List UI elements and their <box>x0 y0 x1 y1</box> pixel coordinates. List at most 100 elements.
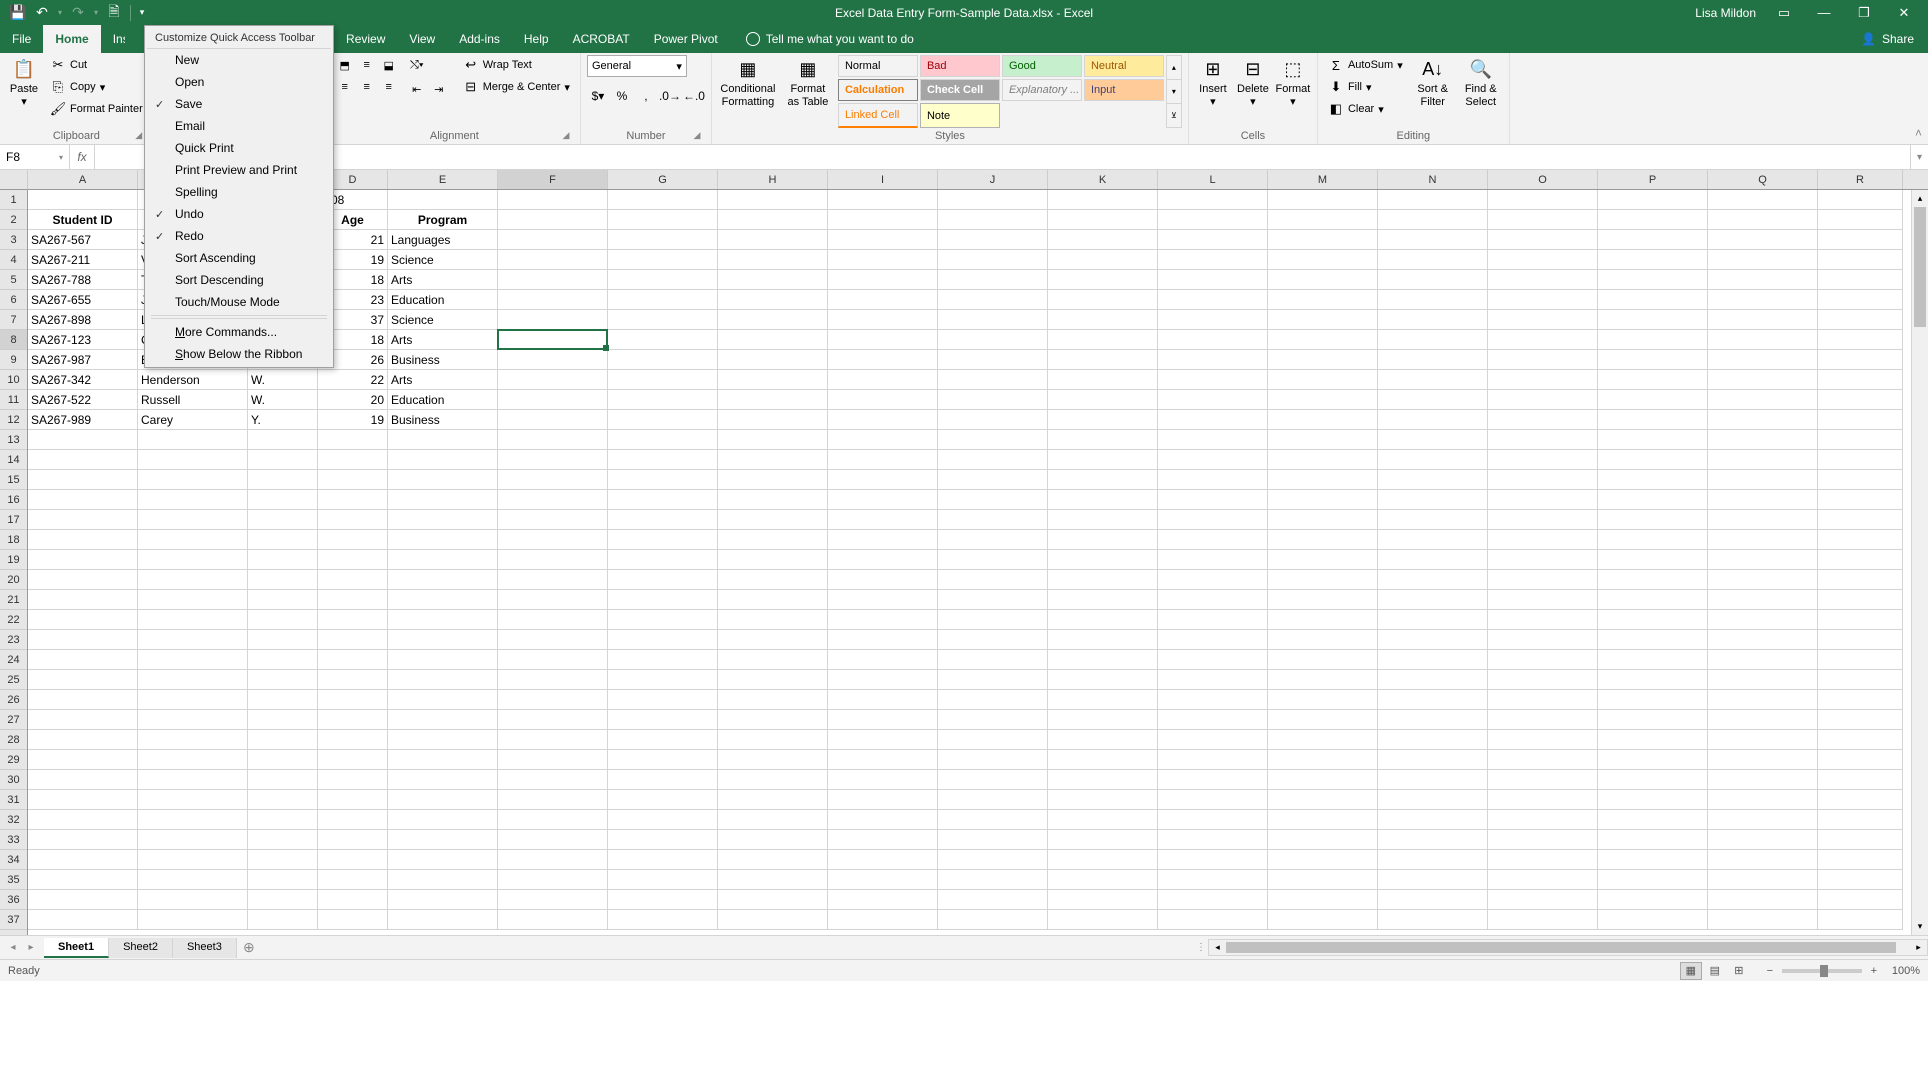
cell-E3[interactable]: Languages <box>388 230 498 250</box>
cell-E11[interactable]: Education <box>388 390 498 410</box>
cell-R27[interactable] <box>1818 710 1903 730</box>
cell-B21[interactable] <box>138 590 248 610</box>
cell-O8[interactable] <box>1488 330 1598 350</box>
cell-I2[interactable] <box>828 210 938 230</box>
cell-M23[interactable] <box>1268 630 1378 650</box>
cell-L29[interactable] <box>1158 750 1268 770</box>
cell-F29[interactable] <box>498 750 608 770</box>
cell-D27[interactable] <box>318 710 388 730</box>
cell-M19[interactable] <box>1268 550 1378 570</box>
cell-B18[interactable] <box>138 530 248 550</box>
cell-R25[interactable] <box>1818 670 1903 690</box>
cell-J13[interactable] <box>938 430 1048 450</box>
cell-H5[interactable] <box>718 270 828 290</box>
row-header-7[interactable]: 7 <box>0 310 27 330</box>
cell-D15[interactable] <box>318 470 388 490</box>
cell-F37[interactable] <box>498 910 608 930</box>
style-calculation[interactable]: Calculation <box>838 79 918 101</box>
cell-E23[interactable] <box>388 630 498 650</box>
cell-I8[interactable] <box>828 330 938 350</box>
cell-C33[interactable] <box>248 830 318 850</box>
cell-K6[interactable] <box>1048 290 1158 310</box>
delete-cells-button[interactable]: ⊟Delete▾ <box>1235 55 1271 128</box>
cell-G34[interactable] <box>608 850 718 870</box>
cell-C13[interactable] <box>248 430 318 450</box>
cell-M8[interactable] <box>1268 330 1378 350</box>
cell-K16[interactable] <box>1048 490 1158 510</box>
cell-F6[interactable] <box>498 290 608 310</box>
row-header-13[interactable]: 13 <box>0 430 27 450</box>
cell-H10[interactable] <box>718 370 828 390</box>
cell-J9[interactable] <box>938 350 1048 370</box>
cell-H9[interactable] <box>718 350 828 370</box>
cell-R4[interactable] <box>1818 250 1903 270</box>
cell-I21[interactable] <box>828 590 938 610</box>
cell-J12[interactable] <box>938 410 1048 430</box>
cell-I31[interactable] <box>828 790 938 810</box>
cell-G35[interactable] <box>608 870 718 890</box>
cell-R30[interactable] <box>1818 770 1903 790</box>
cell-A31[interactable] <box>28 790 138 810</box>
cell-H23[interactable] <box>718 630 828 650</box>
cell-N19[interactable] <box>1378 550 1488 570</box>
cell-K25[interactable] <box>1048 670 1158 690</box>
cell-K11[interactable] <box>1048 390 1158 410</box>
col-header-R[interactable]: R <box>1818 170 1903 189</box>
cell-P16[interactable] <box>1598 490 1708 510</box>
cell-E31[interactable] <box>388 790 498 810</box>
cell-J34[interactable] <box>938 850 1048 870</box>
cell-Q20[interactable] <box>1708 570 1818 590</box>
cell-H12[interactable] <box>718 410 828 430</box>
cell-H18[interactable] <box>718 530 828 550</box>
cell-P31[interactable] <box>1598 790 1708 810</box>
cell-P10[interactable] <box>1598 370 1708 390</box>
cell-D10[interactable]: 22 <box>318 370 388 390</box>
cell-M9[interactable] <box>1268 350 1378 370</box>
cell-K20[interactable] <box>1048 570 1158 590</box>
cell-D24[interactable] <box>318 650 388 670</box>
qat-item-open[interactable]: Open <box>147 71 331 93</box>
cell-F8[interactable] <box>498 330 608 350</box>
cell-E8[interactable]: Arts <box>388 330 498 350</box>
row-header-3[interactable]: 3 <box>0 230 27 250</box>
cell-H33[interactable] <box>718 830 828 850</box>
cell-R28[interactable] <box>1818 730 1903 750</box>
cell-O16[interactable] <box>1488 490 1598 510</box>
cell-J24[interactable] <box>938 650 1048 670</box>
cell-I15[interactable] <box>828 470 938 490</box>
align-left[interactable]: ≡ <box>335 77 355 97</box>
cell-P35[interactable] <box>1598 870 1708 890</box>
cell-C16[interactable] <box>248 490 318 510</box>
zoom-out-button[interactable]: − <box>1762 965 1778 977</box>
cell-H20[interactable] <box>718 570 828 590</box>
cell-K4[interactable] <box>1048 250 1158 270</box>
cell-J8[interactable] <box>938 330 1048 350</box>
cell-A35[interactable] <box>28 870 138 890</box>
row-header-15[interactable]: 15 <box>0 470 27 490</box>
cell-L15[interactable] <box>1158 470 1268 490</box>
cell-P32[interactable] <box>1598 810 1708 830</box>
orientation-button[interactable]: ⤭▾ <box>407 55 427 75</box>
cell-B20[interactable] <box>138 570 248 590</box>
row-header-14[interactable]: 14 <box>0 450 27 470</box>
cell-C27[interactable] <box>248 710 318 730</box>
qat-item-undo[interactable]: ✓Undo <box>147 203 331 225</box>
cell-I36[interactable] <box>828 890 938 910</box>
cell-M22[interactable] <box>1268 610 1378 630</box>
cell-R7[interactable] <box>1818 310 1903 330</box>
cell-B13[interactable] <box>138 430 248 450</box>
cell-Q17[interactable] <box>1708 510 1818 530</box>
cell-K31[interactable] <box>1048 790 1158 810</box>
cell-H7[interactable] <box>718 310 828 330</box>
cell-O33[interactable] <box>1488 830 1598 850</box>
increase-indent[interactable]: ⇥ <box>429 79 449 99</box>
cell-R1[interactable] <box>1818 190 1903 210</box>
cell-E35[interactable] <box>388 870 498 890</box>
cell-B27[interactable] <box>138 710 248 730</box>
style-neutral[interactable]: Neutral <box>1084 55 1164 77</box>
cell-G37[interactable] <box>608 910 718 930</box>
row-header-17[interactable]: 17 <box>0 510 27 530</box>
cell-I24[interactable] <box>828 650 938 670</box>
cell-G4[interactable] <box>608 250 718 270</box>
row-header-22[interactable]: 22 <box>0 610 27 630</box>
